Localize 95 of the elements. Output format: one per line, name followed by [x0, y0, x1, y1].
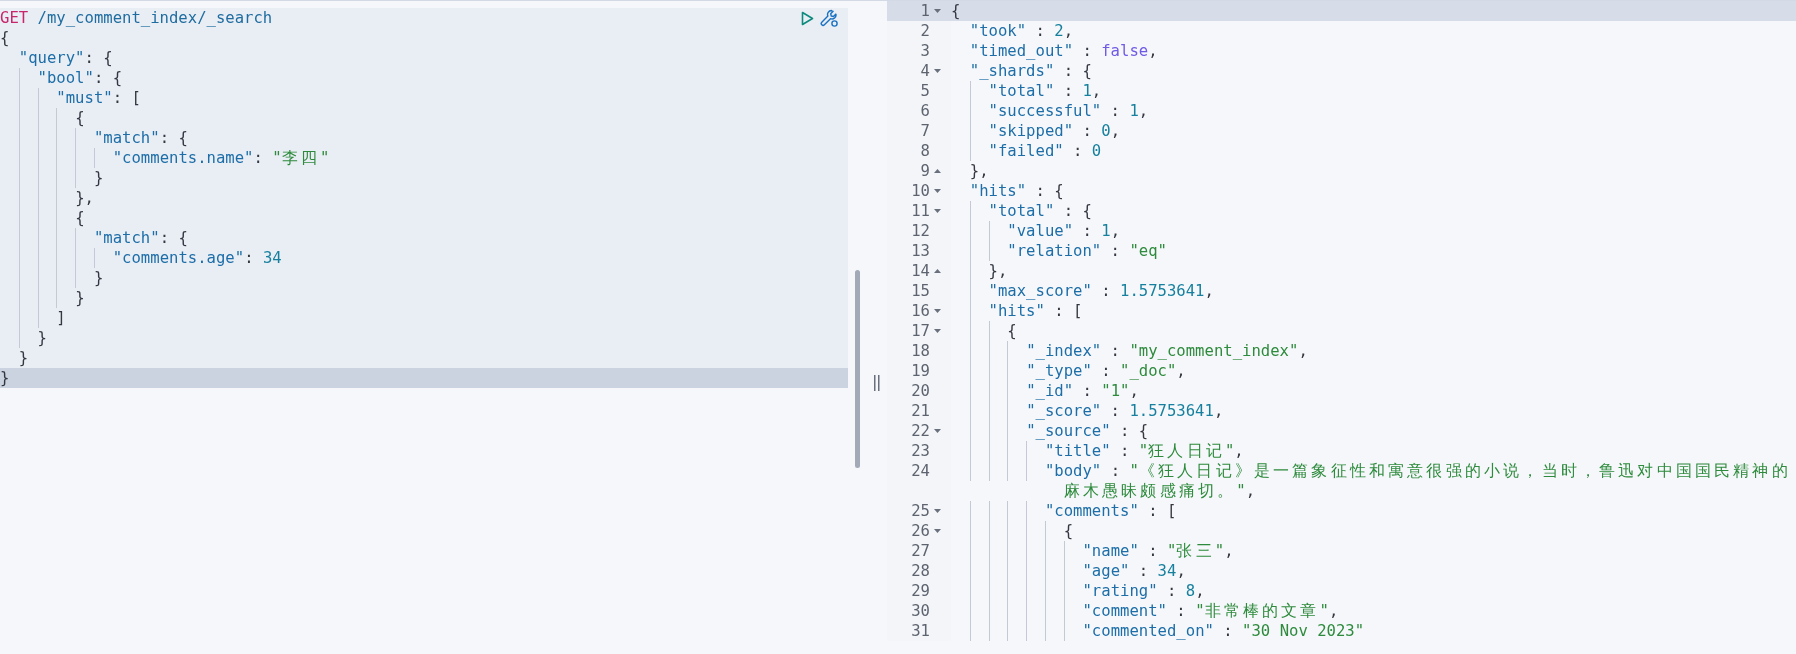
line-number: 15: [910, 281, 930, 301]
line-number: 3: [919, 41, 930, 61]
code-line: "name" : "张三",: [951, 541, 1796, 561]
code-line: "query": {: [17, 48, 114, 68]
line-number: 2: [919, 21, 930, 41]
code-line: "match": {: [0, 128, 848, 148]
code-line: "value" : 1,: [951, 221, 1796, 241]
line-number: 24: [910, 461, 930, 481]
code-line: "comments.name": "李四": [0, 148, 848, 168]
line-number: 28: [910, 561, 930, 581]
line-number: 30: [910, 601, 930, 621]
caret-down-icon[interactable]: [933, 509, 941, 513]
code-line: "total" : 1,: [951, 81, 1796, 101]
code-line: {: [0, 208, 848, 228]
line-number: 10: [910, 181, 930, 201]
code-line: },: [968, 161, 990, 181]
line-number: 4: [919, 61, 930, 81]
code-line: "total" : {: [951, 201, 1796, 221]
caret-up-icon[interactable]: [933, 169, 941, 173]
line-number: 8: [919, 141, 930, 161]
code-line: }: [0, 268, 848, 288]
code-line: },: [0, 188, 848, 208]
code-line: "_shards" : {: [968, 61, 1093, 81]
code-line: },: [951, 261, 1796, 281]
code-line: "comment" : "非常棒的文章",: [951, 601, 1796, 621]
code-line: "hits" : {: [968, 181, 1065, 201]
line-number: 11: [910, 201, 930, 221]
line-number: 9: [919, 161, 930, 181]
code-line: "title" : "狂人日记",: [951, 441, 1796, 461]
wrench-icon[interactable]: [820, 8, 839, 28]
code-line: "_type" : "_doc",: [951, 361, 1796, 381]
line-number: 17: [910, 321, 930, 341]
line-number: 1: [919, 1, 930, 21]
code-line: "body" : "《狂人日记》是一篇象征性和寓意很强的小说，当时，鲁迅对中国国民精神的麻木愚昧颇感痛切。",: [951, 461, 1796, 501]
line-number: 20: [910, 381, 930, 401]
code-line: "comments.age": 34: [0, 248, 848, 268]
code-line: "timed_out" : false,: [968, 41, 1159, 61]
code-line: "max_score" : 1.5753641,: [951, 281, 1796, 301]
code-line: "_score" : 1.5753641,: [951, 401, 1796, 421]
code-line: "skipped" : 0,: [951, 121, 1796, 141]
http-method: GET: [0, 8, 29, 28]
code-line: "_index" : "my_comment_index",: [951, 341, 1796, 361]
line-number: 7: [919, 121, 930, 141]
code-line: {: [951, 321, 1796, 341]
code-line: "_id" : "1",: [951, 381, 1796, 401]
code-line: "successful" : 1,: [951, 101, 1796, 121]
caret-down-icon[interactable]: [933, 9, 941, 13]
code-line: }: [0, 328, 848, 348]
code-line: }: [0, 168, 848, 188]
code-line: "took" : 2,: [968, 21, 1075, 41]
line-number: 16: [910, 301, 930, 321]
code-line: "match": {: [0, 228, 848, 248]
caret-down-icon[interactable]: [933, 209, 941, 213]
line-number: 21: [910, 401, 930, 421]
scrollbar-thumb[interactable]: [855, 270, 860, 468]
code-line: "commented_on" : "30 Nov 2023": [951, 621, 1796, 641]
code-line: "comments" : [: [951, 501, 1796, 521]
code-line: "failed" : 0: [951, 141, 1796, 161]
code-line: ]: [0, 308, 848, 328]
caret-down-icon[interactable]: [933, 529, 941, 533]
line-number: 25: [910, 501, 930, 521]
code-line: "_source" : {: [951, 421, 1796, 441]
code-line: {: [951, 521, 1796, 541]
request-path: /my_comment_index/_search: [37, 8, 273, 28]
code-line: "hits" : [: [951, 301, 1796, 321]
line-number: 13: [910, 241, 930, 261]
code-line: "age" : 34,: [951, 561, 1796, 581]
caret-down-icon[interactable]: [933, 309, 941, 313]
caret-down-icon[interactable]: [933, 69, 941, 73]
line-number: 19: [910, 361, 930, 381]
line-number: 18: [910, 341, 930, 361]
resize-handle[interactable]: [874, 375, 880, 391]
line-number: 12: [910, 221, 930, 241]
line-number: 27: [910, 541, 930, 561]
caret-down-icon[interactable]: [933, 189, 941, 193]
play-icon[interactable]: [801, 10, 814, 26]
code-line: "bool": {: [0, 68, 848, 88]
caret-down-icon[interactable]: [933, 429, 941, 433]
code-line: }: [0, 288, 848, 308]
line-number: 22: [910, 421, 930, 441]
code-line: }: [17, 348, 30, 368]
code-line: "must": [: [0, 88, 848, 108]
line-number: 31: [910, 621, 930, 641]
line-number: 26: [910, 521, 930, 541]
line-number: 14: [910, 261, 930, 281]
line-number: 29: [910, 581, 930, 601]
line-number: 6: [919, 101, 930, 121]
caret-down-icon[interactable]: [933, 329, 941, 333]
code-line: "rating" : 8,: [951, 581, 1796, 601]
code-line: {: [0, 28, 11, 48]
line-number: 23: [910, 441, 930, 461]
caret-up-icon[interactable]: [933, 269, 941, 273]
line-number: 5: [919, 81, 930, 101]
code-line: "relation" : "eq": [951, 241, 1796, 261]
code-line: {: [0, 108, 848, 128]
